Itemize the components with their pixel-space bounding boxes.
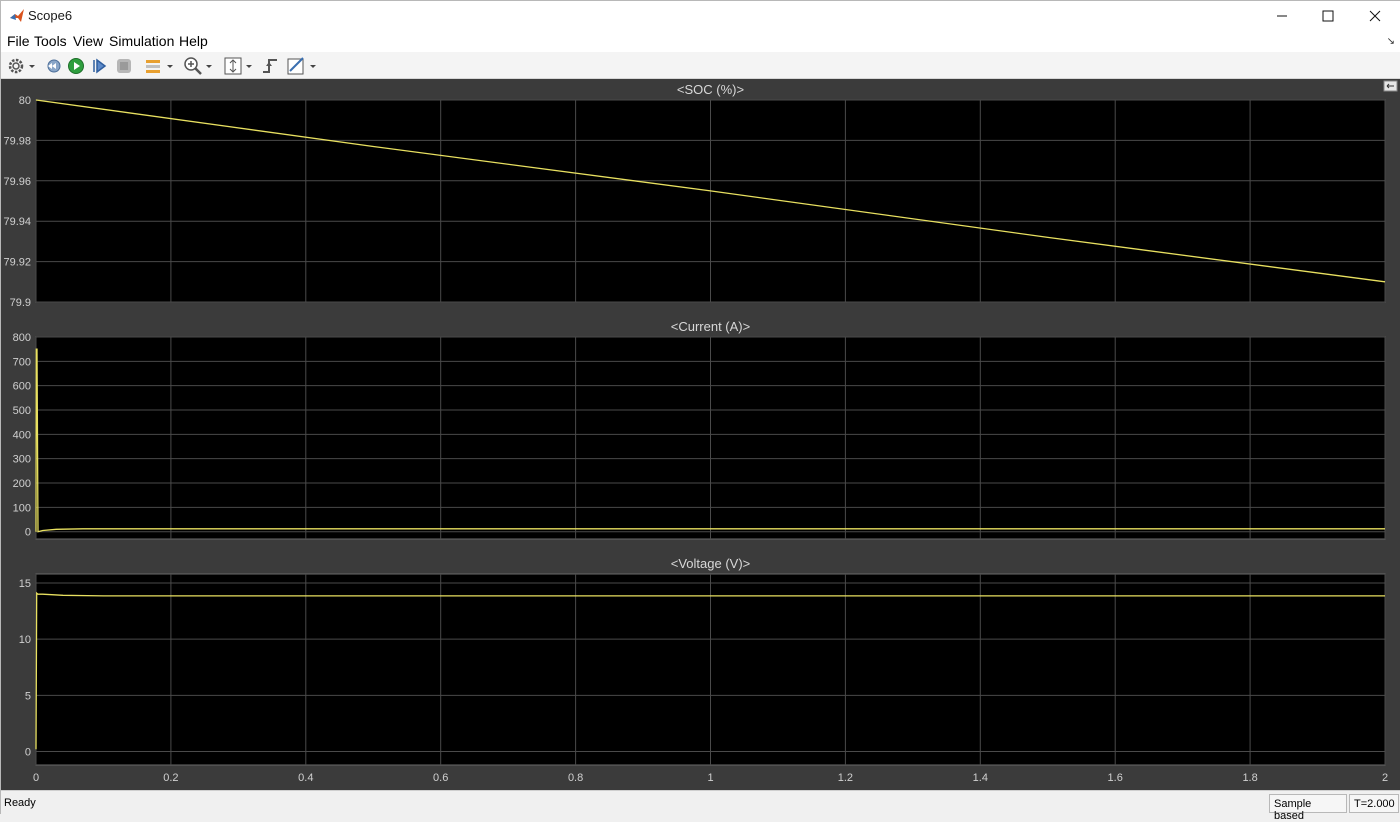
voltage-x-tick-label: 1.8 bbox=[1242, 772, 1257, 784]
menu-view[interactable]: View bbox=[73, 33, 103, 49]
dropdown-arrow-icon[interactable] bbox=[28, 55, 36, 77]
menu-file[interactable]: File bbox=[7, 33, 30, 49]
menu-help[interactable]: Help bbox=[179, 33, 208, 49]
dropdown-arrow-icon[interactable] bbox=[205, 55, 213, 77]
voltage-x-tick-label: 1 bbox=[707, 772, 713, 784]
voltage-y-tick-label: 5 bbox=[25, 690, 31, 702]
current-axes-title: <Current (A)> bbox=[671, 319, 750, 334]
toolbar bbox=[1, 52, 1400, 79]
stop-icon[interactable] bbox=[114, 55, 134, 77]
current-y-tick-label: 400 bbox=[13, 429, 31, 441]
status-bar: Ready Sample based T=2.000 bbox=[1, 790, 1400, 822]
measurements-icon[interactable] bbox=[285, 55, 307, 77]
title-bar[interactable]: Scope6 bbox=[1, 1, 1400, 31]
step-back-icon[interactable] bbox=[43, 55, 63, 77]
current-y-tick-label: 700 bbox=[13, 356, 31, 368]
status-text: Ready bbox=[4, 797, 36, 809]
voltage-x-tick-label: 0 bbox=[33, 772, 39, 784]
soc-y-tick-label: 80 bbox=[19, 95, 31, 107]
signal-highlight-icon[interactable] bbox=[143, 55, 165, 77]
window-title: Scope6 bbox=[28, 8, 73, 23]
voltage-y-tick-label: 15 bbox=[19, 578, 31, 590]
soc-y-tick-label: 79.96 bbox=[3, 176, 31, 188]
voltage-y-tick-label: 0 bbox=[25, 747, 31, 759]
menu-simulation[interactable]: Simulation bbox=[109, 33, 174, 49]
voltage-axes[interactable]: 0 0.2 0.4 0.6 0.8 1 1.2 1.4 1.6 1.8 2 0 5 10 15 <Voltag… bbox=[19, 556, 1388, 784]
scope-plot-area[interactable]: 79.9 79.92 79.94 79.96 79.98 80 <SOC (%)> 0 100 2… bbox=[1, 79, 1400, 790]
settings-gear-icon[interactable] bbox=[6, 55, 26, 77]
simulation-time: T=2.000 bbox=[1349, 794, 1399, 813]
current-y-tick-label: 0 bbox=[25, 527, 31, 539]
menu-bar: File Tools View Simulation Help ↘ bbox=[1, 31, 1400, 52]
sample-mode-indicator: Sample based bbox=[1269, 794, 1347, 822]
current-y-tick-label: 800 bbox=[13, 332, 31, 344]
current-y-tick-label: 200 bbox=[13, 478, 31, 490]
soc-axes-title: <SOC (%)> bbox=[677, 82, 744, 97]
scale-axes-icon[interactable] bbox=[222, 55, 244, 77]
voltage-x-tick-label: 0.8 bbox=[568, 772, 583, 784]
soc-y-tick-label: 79.9 bbox=[10, 297, 31, 309]
soc-y-tick-label: 79.94 bbox=[3, 216, 31, 228]
triggers-icon[interactable] bbox=[259, 55, 281, 77]
minimize-button[interactable] bbox=[1259, 1, 1305, 31]
dropdown-arrow-icon[interactable] bbox=[166, 55, 174, 77]
maximize-icon bbox=[1322, 10, 1334, 22]
current-axes[interactable]: 0 100 200 300 400 500 600 700 800 <Current (A)> bbox=[13, 319, 1386, 540]
current-y-tick-label: 300 bbox=[13, 454, 31, 466]
maximize-button[interactable] bbox=[1305, 1, 1351, 31]
step-forward-icon[interactable] bbox=[90, 55, 110, 77]
dropdown-arrow-icon[interactable] bbox=[309, 55, 317, 77]
matlab-logo-icon bbox=[10, 9, 24, 22]
voltage-x-tick-label: 1.6 bbox=[1108, 772, 1123, 784]
minimize-icon bbox=[1277, 15, 1287, 17]
scope-window: Scope6 File Tools View Simulation Help ↘ bbox=[0, 0, 1400, 822]
undock-icon[interactable]: ↘ bbox=[1387, 36, 1395, 47]
soc-axes[interactable]: 79.9 79.92 79.94 79.96 79.98 80 <SOC (%)> bbox=[3, 82, 1386, 309]
menu-tools[interactable]: Tools bbox=[34, 33, 67, 49]
close-button[interactable] bbox=[1352, 1, 1398, 31]
current-y-tick-label: 600 bbox=[13, 381, 31, 393]
soc-y-tick-label: 79.98 bbox=[3, 135, 31, 147]
soc-y-tick-label: 79.92 bbox=[3, 257, 31, 269]
close-icon bbox=[1369, 10, 1381, 22]
voltage-x-tick-label: 1.2 bbox=[838, 772, 853, 784]
voltage-x-tick-label: 1.4 bbox=[973, 772, 988, 784]
current-y-tick-label: 100 bbox=[13, 502, 31, 514]
dropdown-arrow-icon[interactable] bbox=[245, 55, 253, 77]
run-icon[interactable] bbox=[66, 55, 86, 77]
voltage-axes-title: <Voltage (V)> bbox=[671, 556, 751, 571]
voltage-y-tick-label: 10 bbox=[19, 634, 31, 646]
expand-axes-icon[interactable] bbox=[1383, 80, 1398, 92]
zoom-in-icon[interactable] bbox=[182, 55, 204, 77]
voltage-x-tick-label: 0.2 bbox=[163, 772, 178, 784]
current-y-tick-label: 500 bbox=[13, 405, 31, 417]
scope-display[interactable]: 79.979.9279.9479.9679.9880<SOC (%)>01002… bbox=[1, 79, 1400, 790]
voltage-x-tick-label: 0.4 bbox=[298, 772, 313, 784]
voltage-x-tick-label: 2 bbox=[1382, 772, 1388, 784]
voltage-x-tick-label: 0.6 bbox=[433, 772, 448, 784]
